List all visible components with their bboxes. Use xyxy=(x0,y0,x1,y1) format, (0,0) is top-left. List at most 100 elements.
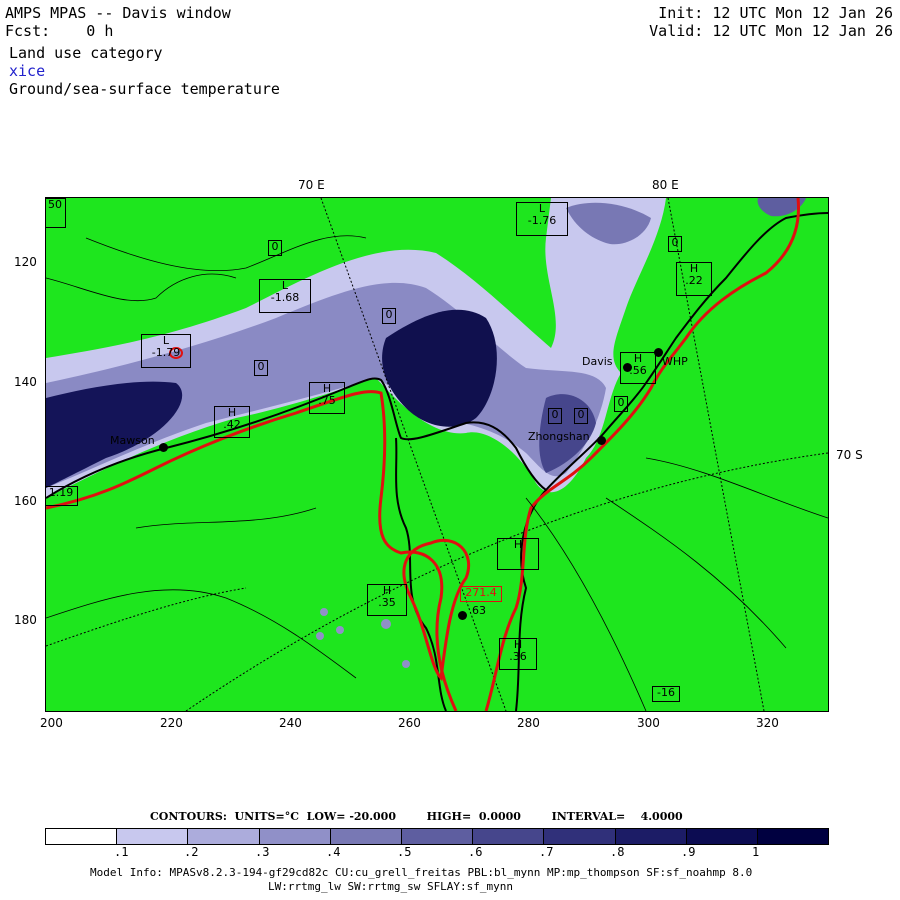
colorbar-tick: .3 xyxy=(255,845,270,859)
edge-box-value: 1.19 xyxy=(48,486,74,499)
thin-contour-2 xyxy=(46,273,237,302)
y-tick-160: 160 xyxy=(14,494,37,508)
thin-contour-5 xyxy=(645,457,828,519)
colorbar-tick: .1 xyxy=(114,845,129,859)
station-inland-value: 63 xyxy=(472,604,486,617)
station-whp: WHP xyxy=(662,355,688,368)
contour-label: 0 xyxy=(382,308,396,324)
edge-box: 50 xyxy=(46,198,66,228)
contours-info: CONTOURS: UNITS=°C LOW= -20.000 HIGH= 0.… xyxy=(150,810,683,823)
edge-box: 1.19 xyxy=(46,486,78,506)
colorbar-segment xyxy=(615,829,687,844)
colorbar-tick: .5 xyxy=(397,845,412,859)
forecast-hour: 0 h xyxy=(86,22,114,40)
red-contour-label: 271.4 xyxy=(460,586,502,602)
colorbar-tick: .6 xyxy=(468,845,483,859)
colorbar-segment xyxy=(117,829,189,844)
model-info-physics: LW:rrtmg_lw SW:rrtmg_sw SFLAY:sf_mynn xyxy=(268,880,514,893)
glacier-tongue-2 xyxy=(515,489,547,711)
x-tick-300: 300 xyxy=(637,716,660,730)
high-box-value: .35 xyxy=(378,596,396,609)
contour-label: 0 xyxy=(548,408,562,424)
contour-label: -16 xyxy=(652,686,680,702)
y-tick-120: 120 xyxy=(14,255,37,269)
edge-box-value: 50 xyxy=(48,198,62,211)
colorbar-tick: .9 xyxy=(681,845,696,859)
colorbar-segment xyxy=(259,829,331,844)
forecast-label: Fcst: 0 h xyxy=(5,22,113,40)
colorbar-segment xyxy=(473,829,545,844)
colorbar-segment xyxy=(544,829,616,844)
colorbar-segment xyxy=(46,829,118,844)
station-davis: Davis xyxy=(582,355,613,368)
ice-patch xyxy=(381,619,391,629)
ice-patch xyxy=(320,608,328,616)
colorbar-segment xyxy=(330,829,402,844)
low-box: L -1.68 xyxy=(259,279,311,313)
y-tick-180: 180 xyxy=(14,613,37,627)
x-tick-320: 320 xyxy=(756,716,779,730)
valid-time: Valid: 12 UTC Mon 12 Jan 26 xyxy=(649,22,893,40)
contour-label: 0 xyxy=(668,236,682,252)
x-tick-280: 280 xyxy=(517,716,540,730)
lat-label-70s: 70 S xyxy=(836,448,863,462)
plot-title: AMPS MPAS -- Davis window xyxy=(5,4,231,22)
station-zhongshan: Zhongshan xyxy=(528,430,590,443)
forecast-label-text: Fcst: xyxy=(5,22,51,40)
high-box: H .36 xyxy=(499,638,537,670)
thin-contour-3 xyxy=(525,497,647,711)
field-land-use: Land use category xyxy=(9,44,163,62)
y-tick-140: 140 xyxy=(14,375,37,389)
ice-patch xyxy=(316,632,324,640)
colorbar xyxy=(45,828,829,845)
station-zhongshan-marker xyxy=(597,436,606,445)
colorbar-tick: .8 xyxy=(610,845,625,859)
high-box-value: .42 xyxy=(223,418,241,431)
low-box: L -1.79 xyxy=(141,334,191,368)
low-box: L -1.76 xyxy=(516,202,568,236)
high-box-value: .75 xyxy=(318,394,336,407)
station-davis-marker xyxy=(623,363,632,372)
high-box-value: .22 xyxy=(685,274,703,287)
parallel-70s xyxy=(185,452,828,711)
low-box-value: -1.68 xyxy=(270,291,300,304)
colorbar-segment xyxy=(188,829,260,844)
x-tick-220: 220 xyxy=(160,716,183,730)
thin-contour-6 xyxy=(135,507,317,529)
colorbar-tick: .2 xyxy=(184,845,199,859)
colorbar-tick: 1 xyxy=(752,845,760,859)
ice-patch xyxy=(336,626,344,634)
field-sst: Ground/sea-surface temperature xyxy=(9,80,280,98)
colorbar-segment xyxy=(757,829,829,844)
ice-patch xyxy=(402,660,410,668)
station-whp-marker xyxy=(654,348,663,357)
field-xice: xice xyxy=(9,62,46,80)
high-box: H .35 xyxy=(367,584,407,616)
low-box-value: -1.79 xyxy=(151,346,181,359)
high-box-value: .36 xyxy=(509,650,527,663)
thin-contour-1 xyxy=(85,235,367,271)
contour-label: 0 xyxy=(268,240,282,256)
x-tick-200: 200 xyxy=(40,716,63,730)
lon-label-70e: 70 E xyxy=(298,178,325,192)
colorbar-tick: .7 xyxy=(539,845,554,859)
colorbar-segment xyxy=(401,829,474,844)
high-box: H xyxy=(497,538,539,570)
x-tick-240: 240 xyxy=(279,716,302,730)
station-mawson-marker xyxy=(159,443,168,452)
model-info: Model Info: MPASv8.2.3-194-gf29cd82c CU:… xyxy=(90,866,753,879)
low-box-value: -1.76 xyxy=(527,214,557,227)
station-inland-marker xyxy=(458,611,467,620)
high-box-letter: H xyxy=(513,538,523,551)
high-box: H .42 xyxy=(214,406,250,438)
lon-label-80e: 80 E xyxy=(652,178,679,192)
contour-label: 0 xyxy=(254,360,268,376)
colorbar-tick: .4 xyxy=(326,845,341,859)
x-tick-260: 260 xyxy=(398,716,421,730)
contour-label: 0 xyxy=(574,408,588,424)
contour-label: 0 xyxy=(614,396,628,412)
parallel-sw xyxy=(46,587,247,647)
map-panel: L -1.76 H .22 L -1.68 L -1.79 H .75 H .42 H .56… xyxy=(45,197,829,712)
thin-contour-4 xyxy=(605,497,787,649)
colorbar-segment xyxy=(686,829,758,844)
